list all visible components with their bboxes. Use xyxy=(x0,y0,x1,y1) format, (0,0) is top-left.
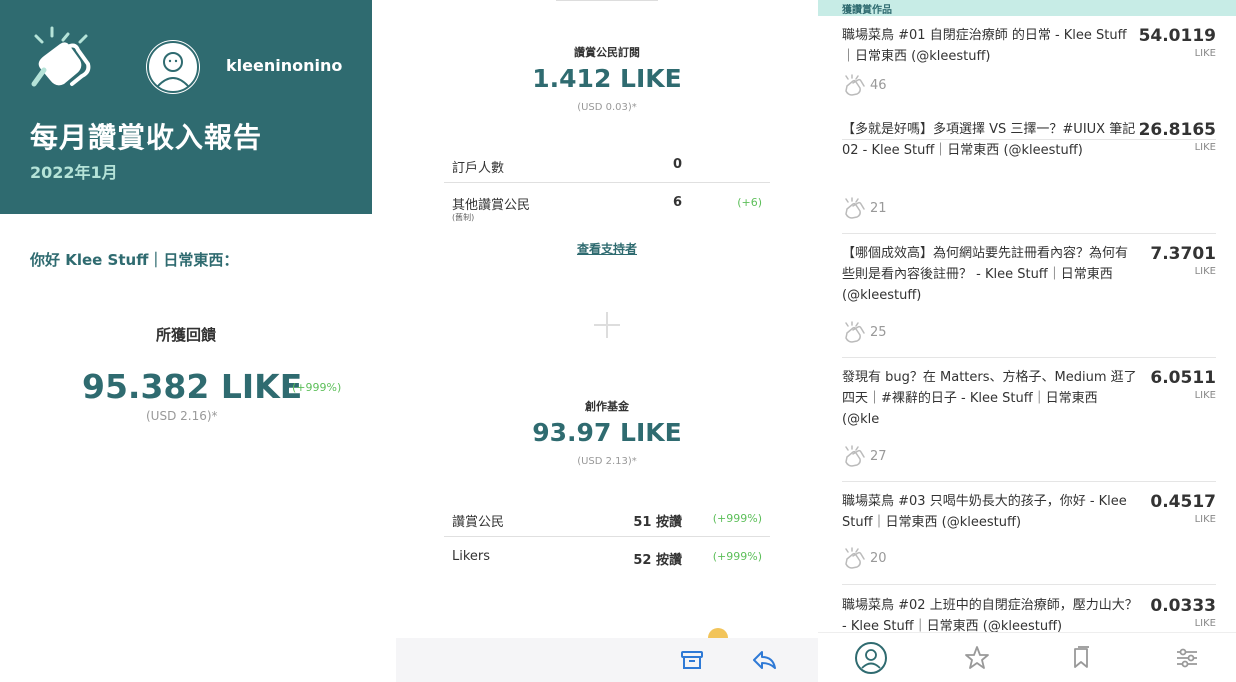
report-date: 2022年1月 xyxy=(30,163,118,182)
work-title: 職場菜鳥 #02 上班中的自閉症治療師，壓力山大？ - Klee Stuff｜日… xyxy=(842,598,1138,634)
work-title: 【多就是好嗎】多項選擇 VS 三擇一？#UIUX 筆記 02 - Klee St… xyxy=(842,122,1136,158)
work-like-amount: 0.4517 xyxy=(1150,492,1216,512)
profile-icon[interactable] xyxy=(854,641,888,675)
row-value: 0 xyxy=(672,157,682,172)
row-label: 訂戶人數 xyxy=(452,161,505,176)
report-hero: kleeninonino 每月讚賞收入報告 2022年1月 xyxy=(0,0,372,214)
civic-liker-likes-row: 讚賞公民 51 按讚 (+999%) xyxy=(444,500,770,537)
work-like-amount: 7.3701 xyxy=(1150,244,1216,264)
row-value: 51 按讚 xyxy=(633,515,682,530)
clap-hands-icon xyxy=(31,26,91,87)
clap-count: 21 xyxy=(870,201,887,216)
top-divider xyxy=(556,0,658,1)
work-like-unit: LIKE xyxy=(1194,266,1216,277)
work-like-unit: LIKE xyxy=(1194,48,1216,59)
work-like-unit: LIKE xyxy=(1194,142,1216,153)
clap-icon xyxy=(845,547,865,569)
star-icon[interactable] xyxy=(960,641,994,675)
work-claps: 20 xyxy=(842,547,932,569)
works-header-label: 獲讚賞作品 xyxy=(842,5,892,16)
subscription-value: 1.412 LIKE xyxy=(532,64,682,93)
work-claps: 25 xyxy=(842,321,932,343)
clap-icon xyxy=(845,197,865,219)
work-like-amount: 6.0511 xyxy=(1150,368,1216,388)
work-like-unit: LIKE xyxy=(1194,390,1216,401)
fund-value: 93.97 LIKE xyxy=(532,418,682,447)
work-like-amount: 26.8165 xyxy=(1138,120,1216,140)
row-label: 讚賞公民 xyxy=(452,515,505,530)
clap-count: 20 xyxy=(870,551,887,566)
subscription-label: 讚賞公民訂閱 xyxy=(574,46,640,59)
fund-usd: (USD 2.13)* xyxy=(577,456,637,467)
work-title: 職場菜鳥 #03 只喝牛奶長大的孩子，你好 - Klee Stuff｜日常東西 … xyxy=(842,494,1127,530)
other-civic-liker-row: 其他讚賞公民 (舊制) 6 (+6) xyxy=(444,184,770,222)
work-like-amount: 54.0119 xyxy=(1138,26,1216,46)
settings-sliders-icon[interactable] xyxy=(1170,641,1204,675)
clap-icon xyxy=(845,321,865,343)
user-avatar[interactable] xyxy=(146,40,200,94)
clap-count: 27 xyxy=(870,449,887,464)
row-change: (+6) xyxy=(737,196,762,209)
subscription-usd: (USD 0.03)* xyxy=(577,102,637,113)
subscriber-count-row: 訂戶人數 0 xyxy=(444,146,770,183)
bookmark-icon[interactable] xyxy=(1064,641,1098,675)
work-title: 職場菜鳥 #01 自閉症治療師 的日常 - Klee Stuff｜日常東西 (@… xyxy=(842,28,1127,64)
plus-icon xyxy=(594,312,620,338)
work-like-unit: LIKE xyxy=(1194,618,1216,629)
mail-toolbar xyxy=(396,638,818,682)
earnings-total: 95.382 LIKE xyxy=(82,367,303,406)
earnings-detail-panel: 讚賞公民訂閱 1.412 LIKE (USD 0.03)* 訂戶人數 0 其他讚… xyxy=(396,0,818,682)
archive-icon[interactable] xyxy=(678,646,706,674)
username: kleeninonino xyxy=(226,56,343,75)
fund-label: 創作基金 xyxy=(585,400,629,413)
monthly-report-panel: kleeninonino 每月讚賞收入報告 2022年1月 你好 Klee St… xyxy=(0,0,372,682)
clap-icon xyxy=(845,74,865,96)
work-like-amount: 0.0333 xyxy=(1150,596,1216,616)
likers-likes-row: Likers 52 按讚 (+999%) xyxy=(444,538,770,574)
earnings-label: 所獲回饋 xyxy=(155,326,216,344)
list-item[interactable]: 【哪個成效高】為何網站要先註冊看內容？為何有些則是看內容後註冊？ - Klee … xyxy=(842,234,1216,358)
row-label: Likers xyxy=(452,549,491,564)
list-item[interactable]: 【多就是好嗎】多項選擇 VS 三擇一？#UIUX 筆記 02 - Klee St… xyxy=(842,110,1216,234)
avatar-illustration-icon xyxy=(147,41,199,93)
view-supporters-link[interactable]: 查看支持者 xyxy=(396,240,818,257)
row-change: (+999%) xyxy=(712,550,762,563)
row-sublabel: (舊制) xyxy=(452,213,475,222)
row-value: 52 按讚 xyxy=(633,553,682,568)
clap-count: 25 xyxy=(870,325,887,340)
row-value: 6 xyxy=(672,195,682,210)
list-item[interactable]: 職場菜鳥 #03 只喝牛奶長大的孩子，你好 - Klee Stuff｜日常東西 … xyxy=(842,482,1216,585)
clap-icon xyxy=(845,445,865,467)
row-label: 其他讚賞公民 xyxy=(452,198,531,213)
work-title: 【哪個成效高】為何網站要先註冊看內容？為何有些則是看內容後註冊？ - Klee … xyxy=(842,246,1129,303)
work-title: 發現有 bug？在 Matters、方格子、Medium 逛了四天｜#裸辭的日子… xyxy=(842,370,1137,427)
work-claps: 21 xyxy=(842,197,932,219)
list-item[interactable]: 發現有 bug？在 Matters、方格子、Medium 逛了四天｜#裸辭的日子… xyxy=(842,358,1216,482)
earnings-usd: (USD 2.16)* xyxy=(146,409,218,423)
work-claps: 27 xyxy=(842,445,932,467)
work-claps: 46 xyxy=(842,74,932,96)
earnings-change: (+999%) xyxy=(292,381,342,394)
work-like-unit: LIKE xyxy=(1194,514,1216,525)
report-title: 每月讚賞收入報告 xyxy=(30,121,263,154)
clap-count: 46 xyxy=(870,78,887,93)
bottom-navigation xyxy=(818,632,1236,682)
works-header: 獲讚賞作品 xyxy=(818,0,1236,16)
greeting: 你好 Klee Stuff｜日常東西： xyxy=(30,251,239,269)
row-change: (+999%) xyxy=(712,512,762,525)
reply-icon[interactable] xyxy=(750,646,778,674)
liked-works-panel: 獲讚賞作品 職場菜鳥 #01 自閉症治療師 的日常 - Klee Stuff｜日… xyxy=(818,0,1236,682)
